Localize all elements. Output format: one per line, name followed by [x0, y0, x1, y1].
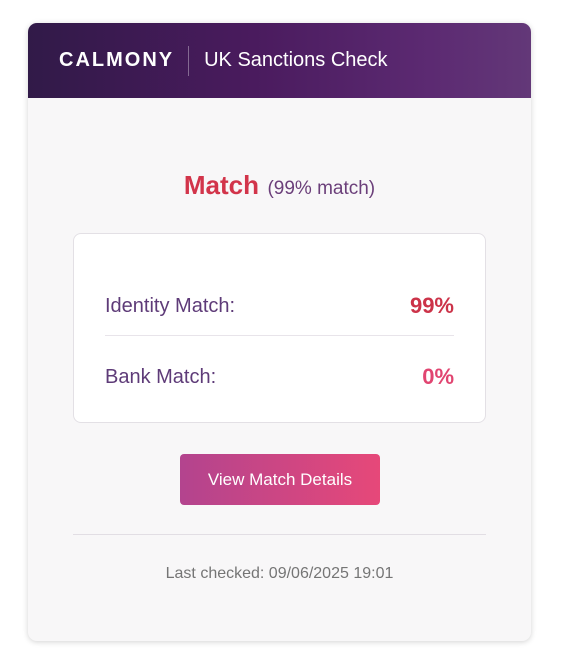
- bank-match-label: Bank Match:: [105, 365, 217, 388]
- match-results-box: Identity Match: 99% Bank Match: 0%: [73, 233, 486, 423]
- footer-divider: [73, 534, 486, 535]
- identity-match-value: 99%: [409, 293, 454, 318]
- sanctions-check-card: CALMONY UK Sanctions Check Match (99% ma…: [28, 23, 531, 641]
- match-status-detail: (99% match): [267, 178, 376, 199]
- brand-logo: CALMONY: [59, 49, 175, 71]
- identity-match-label: Identity Match:: [105, 294, 236, 317]
- header-title: UK Sanctions Check: [204, 49, 388, 71]
- header-divider: [188, 45, 190, 76]
- bank-match-value: 0%: [422, 364, 454, 389]
- last-checked-timestamp: Last checked: 09/06/2025 19:01: [165, 565, 394, 582]
- bank-match-row: Bank Match: 0%: [105, 362, 454, 392]
- match-status: Match (99% match): [28, 170, 531, 201]
- match-status-label: Match: [183, 170, 259, 200]
- card-header: CALMONY UK Sanctions Check: [28, 23, 531, 98]
- results-divider: [105, 335, 454, 336]
- identity-match-row: Identity Match: 99%: [105, 291, 454, 321]
- view-match-details-button[interactable]: View Match Details: [180, 454, 380, 505]
